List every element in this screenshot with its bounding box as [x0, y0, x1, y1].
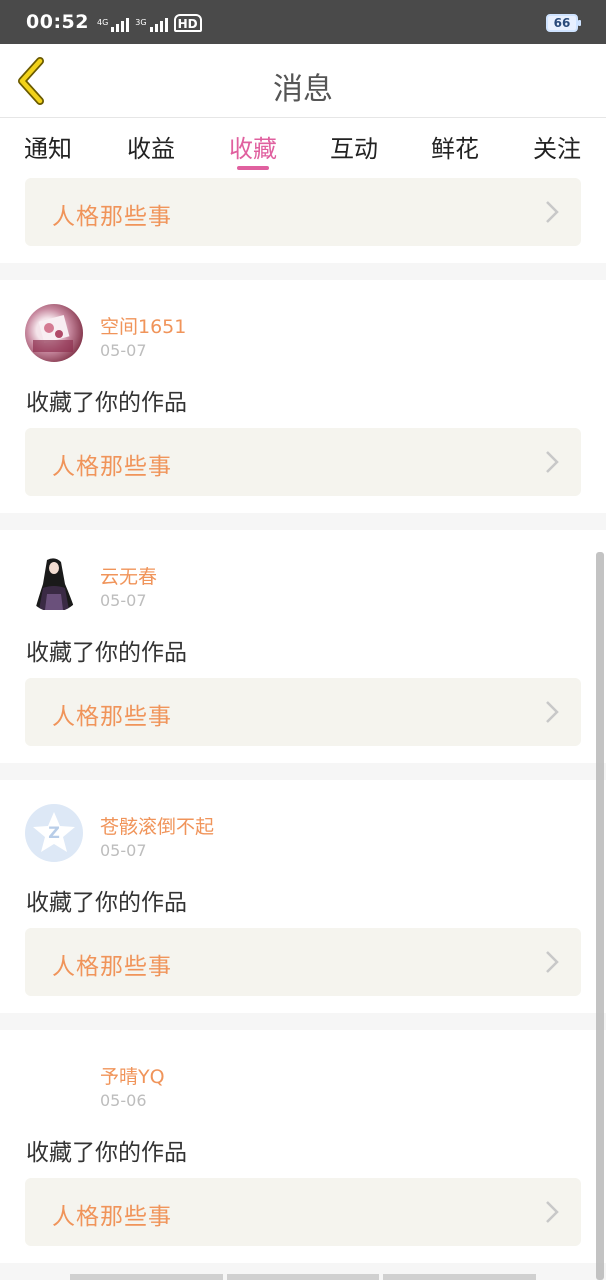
default-avatar-icon: Z — [33, 812, 75, 852]
message-date: 05-07 — [100, 591, 147, 610]
action-text: 收藏了你的作品 — [26, 890, 187, 916]
action-text: 收藏了你的作品 — [26, 390, 187, 416]
status-time: 00:52 — [26, 11, 89, 33]
action-text: 收藏了你的作品 — [26, 640, 187, 666]
chevron-right-icon — [546, 701, 559, 723]
work-link-card[interactable]: 人格那些事 — [25, 428, 581, 496]
work-title: 人格那些事 — [52, 204, 172, 230]
avatar-illustration-icon — [33, 315, 73, 352]
avatar[interactable] — [25, 1054, 83, 1112]
avatar[interactable] — [25, 304, 83, 362]
tab-bar: 通知 收益 收藏 互动 鲜花 关注 — [0, 119, 606, 175]
status-bar: 00:52 4G 3G HD 66 — [0, 0, 606, 44]
tab-earnings[interactable]: 收益 — [111, 129, 191, 164]
divider — [0, 263, 606, 280]
message-date: 05-07 — [100, 841, 147, 860]
avatar[interactable]: Z — [25, 804, 83, 862]
divider — [0, 763, 606, 780]
divider — [0, 1013, 606, 1030]
svg-text:Z: Z — [48, 823, 60, 842]
active-tab-indicator — [237, 166, 269, 170]
action-text: 收藏了你的作品 — [26, 1140, 187, 1166]
chevron-right-icon — [546, 201, 559, 223]
work-link-card[interactable]: 人格那些事 — [25, 678, 581, 746]
user-name[interactable]: 苍骸滚倒不起 — [100, 812, 214, 839]
divider — [0, 513, 606, 530]
work-title: 人格那些事 — [52, 954, 172, 980]
work-link-card[interactable]: 人格那些事 — [25, 178, 581, 246]
chevron-right-icon — [546, 951, 559, 973]
header: 消息 — [0, 44, 606, 118]
chevron-right-icon — [546, 451, 559, 473]
signal-3g-icon: 3G — [135, 18, 168, 32]
scrollbar[interactable] — [596, 552, 604, 1280]
work-title: 人格那些事 — [52, 1204, 172, 1230]
tab-favorites[interactable]: 收藏 — [213, 129, 293, 164]
work-link-card[interactable]: 人格那些事 — [25, 928, 581, 996]
avatar[interactable] — [25, 554, 83, 612]
message-date: 05-06 — [100, 1091, 147, 1110]
work-link-card[interactable]: 人格那些事 — [25, 1178, 581, 1246]
tab-follow[interactable]: 关注 — [517, 129, 597, 164]
work-title: 人格那些事 — [52, 704, 172, 730]
avatar-character-icon — [35, 558, 75, 610]
hd-wifi-icon: HD — [173, 14, 202, 32]
user-name[interactable]: 空间1651 — [100, 312, 186, 339]
signal-4g-icon: 4G — [97, 18, 130, 32]
status-signals: 4G 3G HD — [97, 12, 202, 32]
user-name[interactable]: 予晴YQ — [100, 1062, 165, 1089]
bottom-edge — [70, 1274, 537, 1280]
tab-notification[interactable]: 通知 — [8, 129, 88, 164]
user-name[interactable]: 云无春 — [100, 562, 157, 589]
tab-interaction[interactable]: 互动 — [314, 129, 394, 164]
message-date: 05-07 — [100, 341, 147, 360]
battery-icon: 66 — [546, 14, 581, 32]
message-list[interactable]: 人格那些事 空间1651 05-07 收藏了你的作品 人格那些事 云无春 05-… — [0, 176, 606, 1280]
work-title: 人格那些事 — [52, 454, 172, 480]
page-title: 消息 — [273, 72, 333, 107]
chevron-right-icon — [546, 1201, 559, 1223]
tab-flowers[interactable]: 鲜花 — [415, 129, 495, 164]
